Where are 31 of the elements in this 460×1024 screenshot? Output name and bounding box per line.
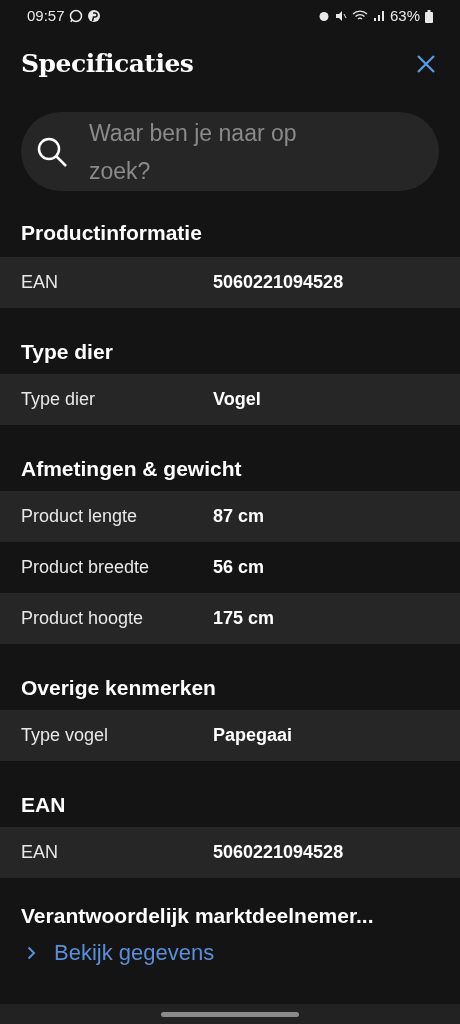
spec-value: 5060221094528 [213,841,344,864]
section-heading: EAN [20,792,67,818]
chevron-right-icon [27,945,36,960]
clock-time: 09:57 [27,5,65,26]
spec-label: Product lengte [21,505,139,528]
section-heading: Verantwoordelijk marktdeelnemer... [21,903,375,929]
spec-label: Type dier [21,388,97,411]
spec-value: 175 cm [213,607,275,630]
home-handle[interactable] [161,1012,299,1017]
wifi-icon [351,10,368,22]
section-heading: Overige kenmerken [20,675,217,701]
section-heading: Afmetingen & gewicht [20,456,243,482]
spec-value: 5060221094528 [213,271,344,294]
section-heading: Productinformatie [20,220,203,246]
view-details-link[interactable]: Bekijk gegevens [21,936,439,969]
spec-value: 87 cm [213,505,265,528]
search-field[interactable]: Waar ben je naar op zoek? [21,112,439,191]
battery-icon [425,9,433,23]
spec-label: EAN [21,271,59,294]
spec-label: Product hoogte [21,607,145,630]
spec-value: Vogel [213,388,261,411]
mute-icon [334,10,347,22]
spec-value: Papegaai [213,724,293,747]
spec-label: EAN [21,841,59,864]
battery-percentage: 63% [389,5,420,26]
spec-label: Type vogel [21,724,110,747]
spec-label: Product breedte [21,556,151,579]
section-heading: Type dier [20,339,114,365]
signal-icon [372,10,385,22]
spec-value: 56 cm [213,556,265,579]
page-title: Specificaties [21,48,194,81]
